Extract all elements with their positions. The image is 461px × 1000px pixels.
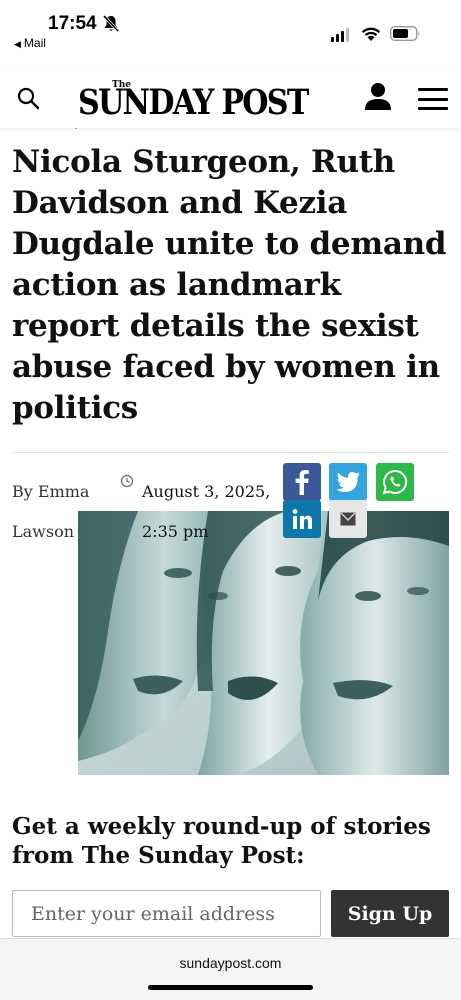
whatsapp-icon [382, 469, 408, 495]
search-icon[interactable] [16, 86, 40, 110]
share-facebook-button[interactable] [283, 463, 321, 501]
newsletter-email-input[interactable] [12, 890, 321, 937]
share-twitter-button[interactable] [329, 463, 367, 501]
battery-icon [390, 26, 420, 41]
facebook-icon [295, 470, 309, 495]
email-icon [340, 512, 356, 526]
twitter-icon [336, 472, 360, 492]
cellular-signal-icon [331, 28, 349, 42]
site-header: The SUNDAY POST [0, 66, 461, 128]
logo-name: SUNDAY POST [78, 82, 309, 123]
newsletter-signup-button[interactable]: Sign Up [331, 890, 449, 937]
divider [12, 452, 449, 453]
bell-muted-icon [103, 15, 119, 33]
status-time: 17:54 [48, 13, 97, 34]
clock-icon [120, 474, 134, 488]
back-arrow-icon: ◀ [14, 39, 21, 49]
home-indicator[interactable] [148, 985, 313, 990]
user-account-icon[interactable] [364, 82, 392, 112]
status-bar: 17:54 ◀ Mail [0, 0, 461, 56]
share-email-button[interactable] [329, 500, 367, 538]
back-to-mail-link[interactable]: ◀ Mail [14, 36, 46, 50]
site-logo[interactable]: The SUNDAY POST [78, 76, 328, 123]
article-headline: Nicola Sturgeon, Ruth Davidson and Kezia… [12, 144, 447, 426]
article-date: August 3, 2025, 2:35 pm [142, 482, 271, 541]
newsletter-title: Get a weekly round-up of stories from Th… [12, 813, 431, 869]
browser-url[interactable]: sundaypost.com [0, 955, 461, 971]
browser-address-bar[interactable]: sundaypost.com [0, 938, 461, 1000]
wifi-icon [361, 27, 381, 41]
share-whatsapp-button[interactable] [376, 463, 414, 501]
share-linkedin-button[interactable] [283, 500, 321, 538]
hamburger-menu-icon[interactable] [418, 88, 448, 110]
linkedin-icon [292, 509, 312, 529]
article-byline[interactable]: By Emma Lawson [12, 472, 104, 552]
back-app-label: Mail [23, 36, 46, 50]
